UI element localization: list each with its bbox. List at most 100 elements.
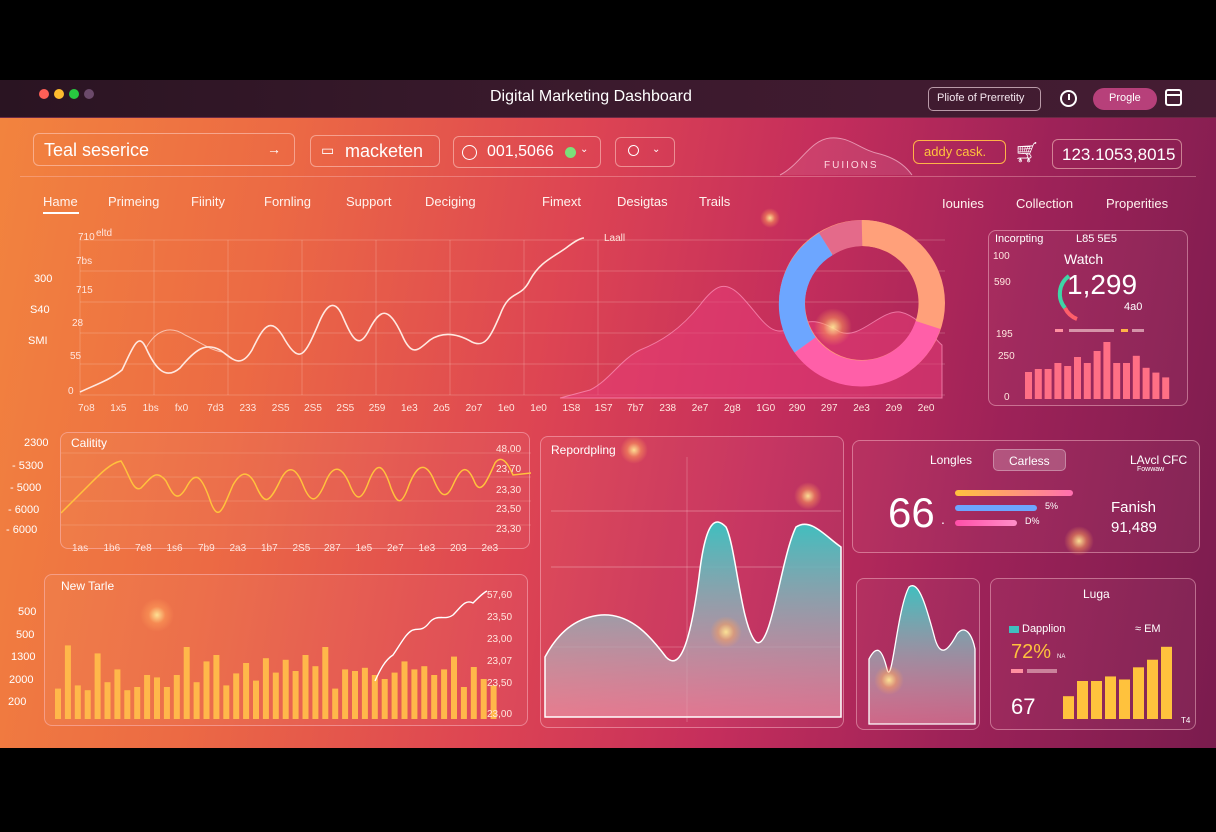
luga-bar	[1133, 667, 1144, 719]
watch-bar	[1044, 369, 1052, 399]
progress-bar-1	[955, 490, 1073, 496]
new-tails-bar	[114, 669, 121, 719]
nt-y-right-4: 23,07	[487, 656, 513, 667]
luga-bar	[1119, 679, 1130, 719]
luga-bar	[1077, 681, 1088, 719]
new-tails-bar	[282, 659, 289, 719]
new-tails-bar	[154, 677, 160, 719]
new-tails-bar	[431, 675, 438, 719]
progress-bar-3	[955, 520, 1017, 526]
new-tails-bar	[203, 661, 210, 719]
longles-right-value: 91,489	[1111, 519, 1157, 536]
nt-y-left-4: 2000	[9, 674, 34, 686]
luga-panel: Luga Dapplion ≈ EM 72% NA 67 T4	[990, 578, 1196, 730]
cal-x-tick: 287	[324, 543, 341, 554]
new-tails-bar	[411, 669, 418, 719]
new-tails-panel: New Tarle	[44, 574, 528, 726]
watch-bar	[1142, 367, 1150, 399]
new-tails-bar	[124, 690, 131, 719]
cal-y-left-1: 2300	[24, 437, 49, 449]
mini-area-chart	[868, 585, 976, 725]
new-tails-bar	[134, 687, 141, 719]
glow	[710, 616, 742, 648]
new-tails-bar	[470, 667, 477, 719]
nt-y-right-3: 23,00	[487, 634, 513, 645]
luga-bar	[1161, 646, 1172, 719]
cal-x-tick: 1e5	[355, 543, 373, 554]
new-tails-bar	[421, 666, 428, 719]
luga-bar	[1147, 659, 1158, 719]
cal-y-left-5: - 6000	[6, 524, 38, 536]
cal-x-tick: 1as	[72, 543, 89, 554]
cal-x-tick: 2e7	[387, 543, 404, 554]
luga-bar	[1105, 676, 1116, 719]
nt-y-left-2: 500	[16, 629, 35, 641]
cal-y-left-4: - 6000	[8, 504, 40, 516]
new-tails-bar	[401, 661, 408, 719]
luga-bar	[1063, 696, 1074, 719]
cal-y-left-3: - 5000	[10, 482, 42, 494]
watch-bar	[1034, 369, 1042, 399]
new-tails-bar	[460, 687, 467, 719]
new-tails-bar	[451, 656, 457, 719]
cal-y-right-4: 23,50	[496, 504, 522, 515]
new-tails-bar	[74, 685, 81, 719]
cal-x-tick: 2e3	[481, 543, 499, 554]
watch-bar	[1064, 366, 1072, 399]
new-tails-bar	[253, 680, 259, 719]
new-tails-bar	[243, 663, 250, 719]
glow	[760, 208, 780, 228]
calitity-panel: Calitity	[60, 432, 531, 549]
nt-y-left-1: 500	[18, 606, 37, 618]
glow	[814, 308, 852, 346]
new-tails-bar	[391, 672, 398, 719]
new-tails-bar	[342, 669, 349, 719]
new-tails-bar	[84, 690, 91, 719]
cal-y-left-2: - 5300	[12, 460, 44, 472]
cal-x-tick: 2a3	[229, 543, 247, 554]
watch-bar	[1113, 363, 1121, 399]
reporting-area-chart	[544, 457, 842, 722]
watch-panel: Incorpting L85 5E5 Watch 1,299 4a0 100 5…	[988, 230, 1188, 406]
new-tails-bar	[262, 658, 269, 719]
reporting-panel: Repordpling	[540, 436, 844, 728]
calitity-line-chart	[61, 452, 531, 526]
new-tails-bar	[104, 682, 111, 719]
new-tails-bar	[312, 666, 319, 719]
tab-carless[interactable]: Carless	[993, 449, 1066, 471]
new-tails-bar	[480, 679, 487, 719]
nt-y-right-2: 23,50	[487, 612, 513, 623]
new-tails-bar	[163, 687, 170, 719]
new-tails-line	[374, 590, 488, 682]
new-tails-bar	[361, 667, 368, 719]
watch-bar	[1162, 377, 1170, 399]
cal-x-tick: 7e8	[135, 543, 152, 554]
new-tails-bar	[183, 647, 190, 719]
new-tails-bar	[302, 655, 309, 719]
progress-pct-b: D%	[1025, 516, 1040, 526]
watch-bar	[1103, 342, 1111, 399]
nt-y-left-5: 200	[8, 696, 27, 708]
new-tails-bar	[441, 669, 448, 719]
cal-x-tick: 1s6	[166, 543, 183, 554]
new-tails-bar	[223, 685, 230, 719]
tab-carless-label: Carless	[1009, 454, 1050, 468]
watch-bar-chart	[1025, 342, 1170, 399]
watch-bar	[1083, 363, 1091, 399]
watch-bar	[1132, 355, 1140, 399]
glow	[140, 598, 174, 632]
cal-x-tick: 7b9	[198, 543, 215, 554]
new-tails-bar	[64, 645, 71, 719]
progress-pct-a: 5%	[1045, 501, 1059, 511]
new-tails-bar-chart	[55, 590, 497, 719]
cal-y-right-1: 48,00	[496, 444, 522, 455]
mini-area-panel	[856, 578, 980, 730]
watch-bar	[1025, 372, 1032, 399]
new-tails-bar	[371, 675, 378, 719]
new-tails-bar	[233, 673, 240, 719]
new-tails-bar	[332, 688, 339, 719]
new-tails-bar	[322, 647, 329, 719]
new-tails-bar	[193, 682, 200, 719]
cal-x-tick: 1b7	[261, 543, 278, 554]
longles-big-dot: .	[941, 511, 945, 527]
